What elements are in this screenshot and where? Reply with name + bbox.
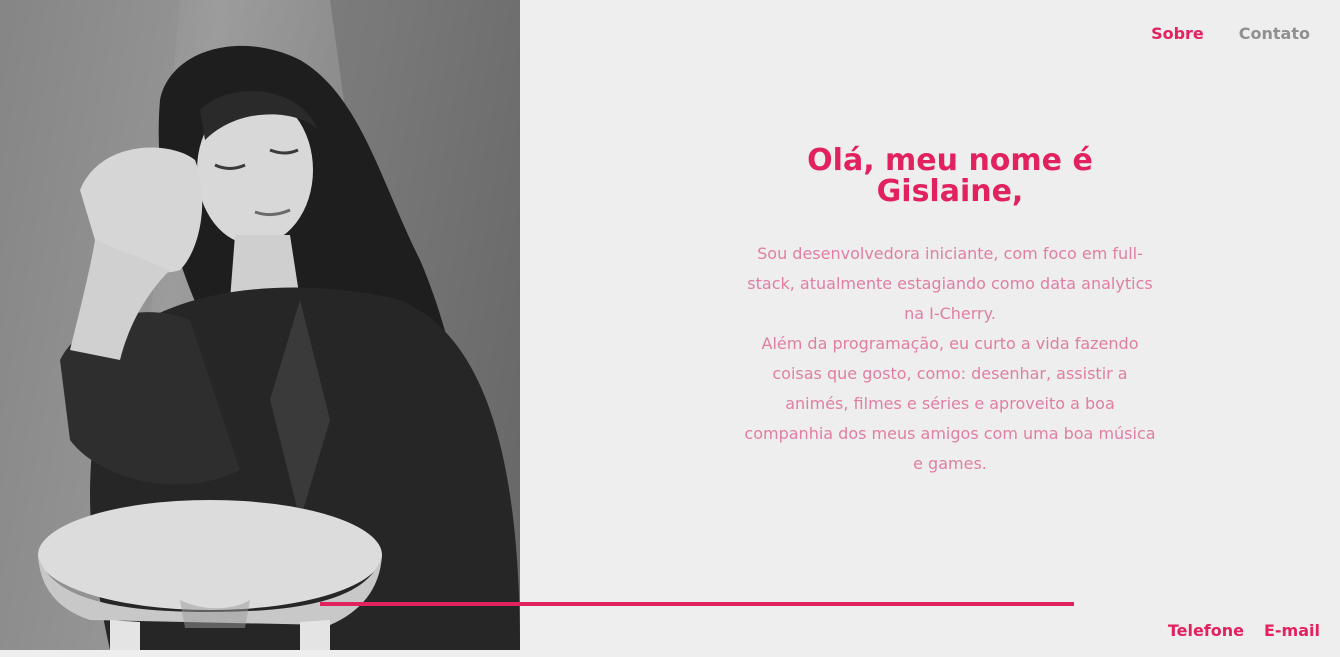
contact-links: Telefone E-mail bbox=[1168, 621, 1320, 640]
bio-paragraph-2: Além da programação, eu curto a vida faz… bbox=[744, 334, 1156, 473]
top-nav: Sobre Contato bbox=[1151, 24, 1310, 43]
telefone-link[interactable]: Telefone bbox=[1168, 621, 1244, 640]
accent-divider bbox=[320, 602, 1074, 606]
title-line-1: Olá, meu nome é bbox=[807, 143, 1093, 178]
bio-text: Sou desenvolvedora iniciante, com foco e… bbox=[740, 239, 1160, 479]
bio-paragraph-1: Sou desenvolvedora iniciante, com foco e… bbox=[747, 244, 1153, 323]
nav-link-sobre[interactable]: Sobre bbox=[1151, 24, 1204, 43]
intro-section: Olá, meu nome é Gislaine, Sou desenvolve… bbox=[740, 145, 1160, 479]
portfolio-page: Sobre Contato Olá, meu nome é Gislaine, … bbox=[0, 0, 1340, 657]
page-title: Olá, meu nome é Gislaine, bbox=[740, 145, 1160, 207]
profile-photo bbox=[0, 0, 520, 650]
nav-link-contato[interactable]: Contato bbox=[1239, 24, 1310, 43]
email-link[interactable]: E-mail bbox=[1264, 621, 1320, 640]
title-line-2: Gislaine, bbox=[876, 174, 1024, 209]
